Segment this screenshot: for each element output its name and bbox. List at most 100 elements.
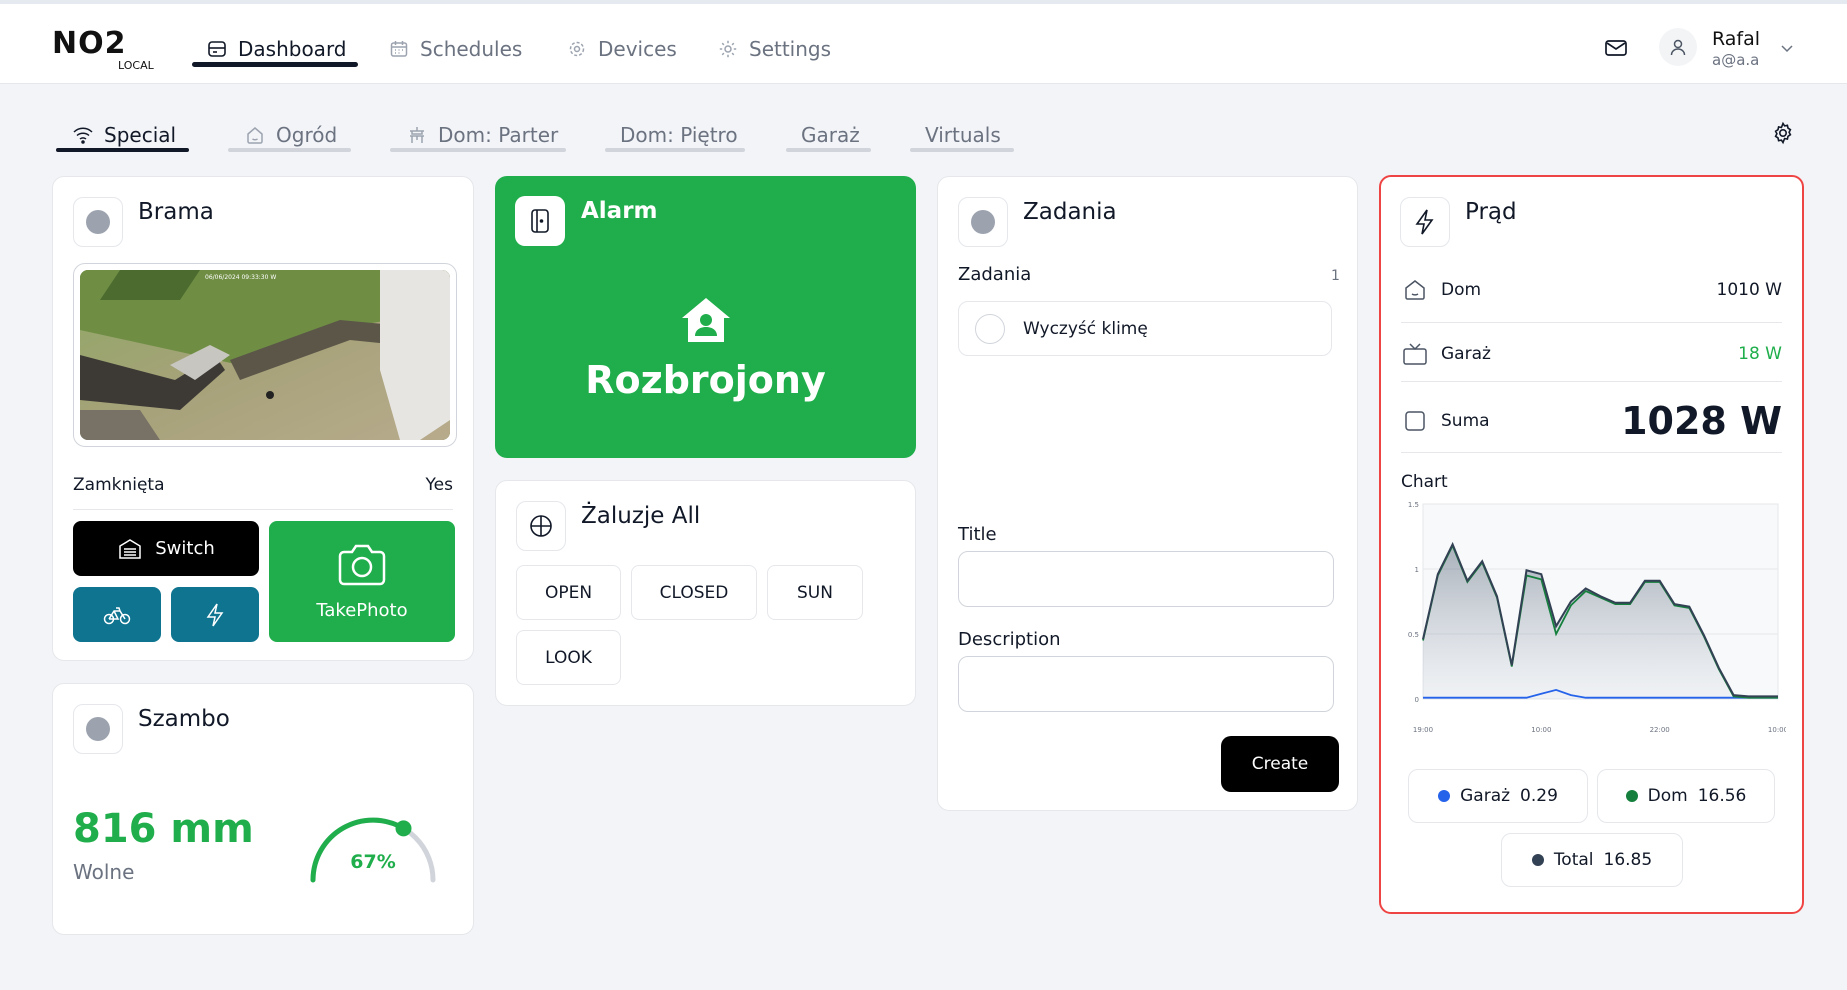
divider bbox=[1401, 322, 1782, 323]
title-input[interactable] bbox=[958, 551, 1334, 607]
power-row-value: 1010 W bbox=[1716, 280, 1782, 300]
switch-button[interactable]: Switch bbox=[73, 521, 259, 576]
blinds-sun-button[interactable]: SUN bbox=[767, 565, 863, 620]
task-checkbox[interactable] bbox=[975, 313, 1005, 344]
power-total-value: 1028 W bbox=[1621, 399, 1782, 443]
power-row-value: 18 W bbox=[1738, 344, 1782, 364]
chevron-down-icon[interactable] bbox=[1778, 39, 1796, 57]
take-photo-button[interactable]: TakePhoto bbox=[269, 521, 455, 642]
brama-status-row: Zamknięta Yes bbox=[73, 475, 453, 495]
szambo-status-button[interactable] bbox=[73, 704, 123, 754]
legend-garaz-name: Garaż bbox=[1460, 786, 1511, 806]
brama-card: Brama 06/06/2024 09:33:30 W Zamknięta Ye… bbox=[52, 176, 474, 661]
gear-icon[interactable] bbox=[1771, 121, 1795, 145]
power-button[interactable] bbox=[171, 587, 259, 642]
power-row-label: Garaż bbox=[1441, 344, 1491, 364]
nav-settings[interactable]: Settings bbox=[717, 34, 831, 64]
alarm-card[interactable]: Alarm Rozbrojony bbox=[495, 176, 916, 458]
tab-dom-pietro[interactable]: Dom: Piętro bbox=[620, 120, 738, 150]
zaluzje-title: Żaluzje All bbox=[581, 503, 701, 529]
szambo-subtitle: Wolne bbox=[73, 860, 135, 884]
tab-virtuals[interactable]: Virtuals bbox=[925, 120, 1001, 150]
house-icon bbox=[1401, 276, 1429, 304]
blinds-closed-button[interactable]: CLOSED bbox=[631, 565, 757, 620]
power-row-label: Dom bbox=[1441, 280, 1482, 300]
take-photo-label: TakePhoto bbox=[316, 600, 408, 621]
status-dot bbox=[971, 210, 995, 234]
tab-special-label: Special bbox=[104, 123, 177, 147]
brama-status-value: Yes bbox=[425, 475, 453, 495]
alarm-state: Rozbrojony bbox=[585, 358, 826, 402]
window-icon bbox=[530, 515, 552, 537]
camera-image: 06/06/2024 09:33:30 W bbox=[80, 270, 450, 440]
nav-settings-label: Settings bbox=[749, 37, 832, 61]
tab-virtuals-underline bbox=[910, 148, 1014, 152]
blinds-look-button[interactable]: LOOK bbox=[516, 630, 621, 685]
switch-label: Switch bbox=[155, 538, 215, 559]
zadania-status-button[interactable] bbox=[958, 197, 1008, 247]
top-header: NO2 LOCAL Dashboard Schedules Devices Se… bbox=[0, 4, 1847, 84]
tab-ogrod[interactable]: Ogród bbox=[244, 120, 337, 150]
x-tick-label: 10:00 bbox=[1768, 726, 1786, 734]
chart-label: Chart bbox=[1401, 472, 1448, 492]
table-icon bbox=[406, 124, 428, 146]
logo-sub-text: LOCAL bbox=[118, 59, 154, 72]
legend-total[interactable]: Total 16.85 bbox=[1501, 833, 1683, 887]
tab-garaz[interactable]: Garaż bbox=[801, 120, 860, 150]
tab-dom-pietro-label: Dom: Piętro bbox=[620, 123, 738, 147]
tab-dom-parter[interactable]: Dom: Parter bbox=[406, 120, 558, 150]
nav-dashboard[interactable]: Dashboard bbox=[206, 34, 347, 64]
lightning-icon bbox=[1415, 209, 1434, 235]
legend-dot-dom bbox=[1625, 790, 1638, 802]
task-list-label: Zadania bbox=[958, 264, 1032, 285]
tab-dom-parter-label: Dom: Parter bbox=[438, 123, 559, 147]
bicycle-icon bbox=[103, 606, 131, 624]
power-row-label: Suma bbox=[1441, 411, 1490, 431]
y-tick-label: 1.5 bbox=[1408, 501, 1419, 509]
legend-dom[interactable]: Dom 16.56 bbox=[1597, 769, 1775, 823]
zaluzje-icon-box bbox=[516, 501, 566, 551]
camera-preview[interactable]: 06/06/2024 09:33:30 W bbox=[73, 263, 457, 447]
tab-dom-parter-underline bbox=[390, 148, 566, 152]
blinds-open-button[interactable]: OPEN bbox=[516, 565, 621, 620]
task-count: 1 bbox=[1331, 268, 1340, 284]
square-icon bbox=[1401, 407, 1429, 435]
brama-status-button[interactable] bbox=[73, 197, 123, 247]
legend-dom-name: Dom bbox=[1647, 786, 1688, 806]
power-row-garaz: Garaż 18 W bbox=[1401, 340, 1782, 368]
user-email: a@a.a bbox=[1712, 51, 1760, 69]
bike-button[interactable] bbox=[73, 587, 161, 642]
camera-timestamp: 06/06/2024 09:33:30 W bbox=[205, 274, 276, 281]
zadania-title: Zadania bbox=[1023, 199, 1117, 225]
alarm-title: Alarm bbox=[581, 198, 658, 224]
legend-garaz-value: 0.29 bbox=[1520, 786, 1558, 806]
task-item[interactable]: Wyczyść klimę bbox=[958, 301, 1332, 356]
mail-icon bbox=[1605, 40, 1627, 56]
x-tick-label: 19:00 bbox=[1413, 726, 1433, 734]
description-input[interactable] bbox=[958, 656, 1334, 712]
tab-garaz-label: Garaż bbox=[801, 123, 860, 147]
user-name: Rafal bbox=[1712, 28, 1761, 50]
x-tick-label: 22:00 bbox=[1650, 726, 1670, 734]
legend-garaz[interactable]: Garaż 0.29 bbox=[1408, 769, 1588, 823]
app-logo[interactable]: NO2 LOCAL bbox=[48, 26, 168, 72]
nav-schedules[interactable]: Schedules bbox=[388, 34, 522, 64]
legend-total-value: 16.85 bbox=[1603, 850, 1653, 870]
power-chart: 1.5 1 0.5 0 19:00 10:00 22:00 10:00 bbox=[1408, 501, 1786, 734]
user-avatar[interactable] bbox=[1659, 28, 1697, 66]
status-dot bbox=[86, 717, 110, 741]
zadania-card: Zadania Zadania 1 Wyczyść klimę Title De… bbox=[937, 176, 1358, 811]
nav-devices-label: Devices bbox=[598, 37, 677, 61]
user-icon bbox=[1670, 39, 1686, 56]
zaluzje-card: Żaluzje All OPEN CLOSED SUN LOOK bbox=[495, 480, 916, 706]
chip-icon bbox=[566, 38, 588, 60]
nav-devices[interactable]: Devices bbox=[566, 34, 677, 64]
garage-icon bbox=[119, 538, 141, 559]
mail-button[interactable] bbox=[1602, 34, 1630, 62]
tab-virtuals-label: Virtuals bbox=[925, 123, 1001, 147]
create-button[interactable]: Create bbox=[1221, 736, 1339, 792]
tab-special[interactable]: Special bbox=[72, 120, 176, 150]
legend-dot-total bbox=[1531, 854, 1544, 866]
calendar-icon bbox=[388, 38, 410, 60]
tab-garaz-underline bbox=[786, 148, 871, 152]
